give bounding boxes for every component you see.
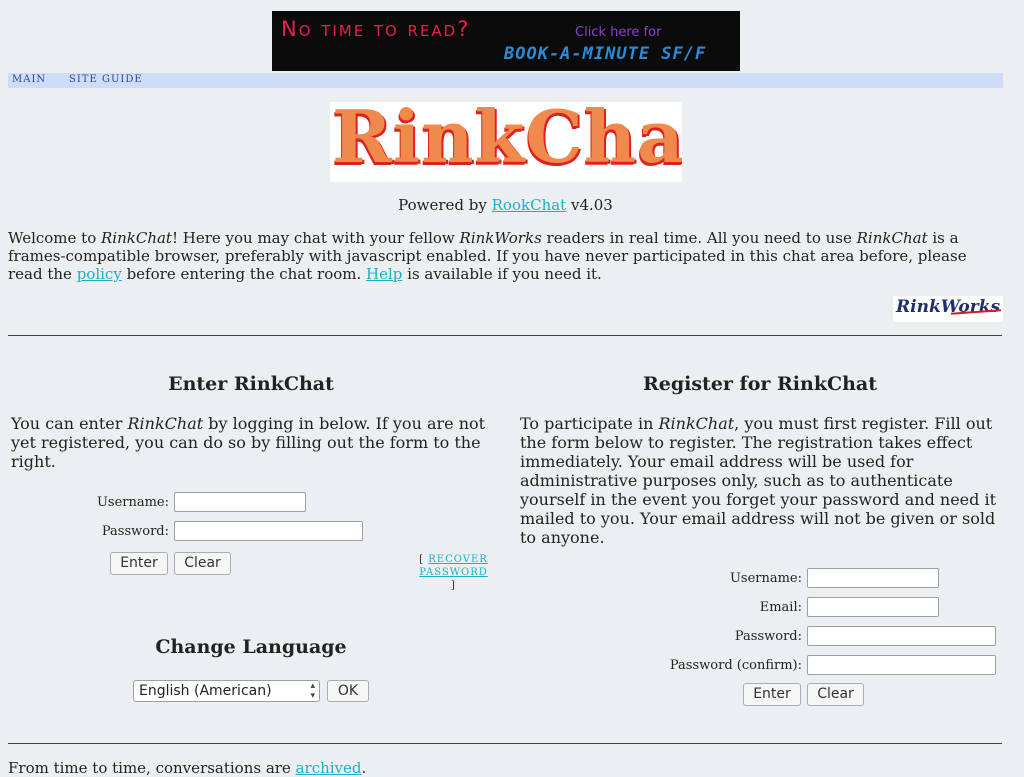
welcome-part: Welcome to xyxy=(8,229,101,247)
language-ok-button[interactable]: OK xyxy=(327,680,369,702)
welcome-text: Welcome to RinkChat! Here you may chat w… xyxy=(8,229,1004,283)
policy-link[interactable]: policy xyxy=(77,265,122,283)
language-section-title: Change Language xyxy=(10,636,492,658)
login-username-input[interactable] xyxy=(174,492,306,512)
register-desc-emph: RinkChat xyxy=(658,414,735,433)
powered-version: v4.03 xyxy=(566,196,613,214)
enter-title-text: Enter RinkChat xyxy=(168,373,334,395)
language-select[interactable]: English (American) ▴ ▾ xyxy=(133,680,320,702)
enter-description: You can enter RinkChat by logging in bel… xyxy=(11,414,491,471)
divider-top xyxy=(8,335,1002,336)
rinkchat-logo: RinkChat xyxy=(330,102,682,182)
banner-cta: Click here for xyxy=(575,25,662,40)
login-clear-button[interactable]: Clear xyxy=(174,552,231,575)
select-updown-icon: ▴ ▾ xyxy=(310,681,315,701)
welcome-emph: RinkChat xyxy=(856,229,928,247)
language-title-text: Change Language xyxy=(155,636,347,658)
login-username-label: Username: xyxy=(96,495,169,510)
book-a-minute-banner[interactable]: No time to read? Click here for BOOK-A-M… xyxy=(272,11,740,71)
register-title-text: Register for RinkChat xyxy=(642,373,878,395)
login-enter-button[interactable]: Enter xyxy=(110,552,168,575)
register-section-title: Register for RinkChat xyxy=(520,373,1000,395)
welcome-part: before entering the chat room. xyxy=(121,265,367,283)
divider-bottom xyxy=(8,743,1002,744)
recover-bracket-close: ] xyxy=(451,580,456,591)
enter-desc-emph: RinkChat xyxy=(127,414,204,433)
archived-link[interactable]: archived xyxy=(296,759,362,777)
rookchat-link[interactable]: RookChat xyxy=(492,196,567,214)
footer-text: From time to time, conversations are xyxy=(8,759,296,777)
help-link[interactable]: Help xyxy=(366,265,402,283)
nav-main-link[interactable]: MAIN xyxy=(12,74,46,85)
register-username-label: Username: xyxy=(729,571,802,586)
register-description: To participate in RinkChat, you must fir… xyxy=(520,414,998,547)
recover-password-link[interactable]: RECOVER PASSWORD xyxy=(419,554,488,578)
rinkworks-logo-text: RinkWorks xyxy=(896,297,1001,317)
register-confirm-label: Password (confirm): xyxy=(669,658,802,673)
banner-product: BOOK-A-MINUTE SF/F xyxy=(504,44,707,64)
login-password-input[interactable] xyxy=(174,521,363,541)
enter-desc-part: You can enter xyxy=(11,414,128,433)
login-password-label: Password: xyxy=(101,524,169,539)
register-clear-button[interactable]: Clear xyxy=(807,683,864,706)
register-username-input[interactable] xyxy=(807,568,939,588)
register-confirm-input[interactable] xyxy=(807,655,996,675)
recover-bracket-open: [ xyxy=(419,554,429,565)
rinkworks-logo[interactable]: RinkWorks xyxy=(893,296,1003,322)
welcome-part: ! Here you may chat with your fellow xyxy=(171,229,460,247)
enter-section-title: Enter RinkChat xyxy=(10,373,492,395)
welcome-part: readers in real time. All you need to us… xyxy=(541,229,857,247)
powered-by: Powered by RookChat v4.03 xyxy=(0,196,1011,214)
register-email-label: Email: xyxy=(759,600,802,615)
banner-headline: No time to read? xyxy=(281,17,471,41)
register-desc-part: To participate in xyxy=(520,414,659,433)
register-password-label: Password: xyxy=(734,629,802,644)
powered-prefix: Powered by xyxy=(398,196,492,214)
welcome-emph: RinkWorks xyxy=(459,229,542,247)
footer-tail: . xyxy=(361,759,367,777)
welcome-emph: RinkChat xyxy=(101,229,172,247)
site-nav: MAIN SITE GUIDE xyxy=(8,73,1003,88)
language-selected-value: English (American) xyxy=(139,683,272,699)
welcome-part: is available if you need it. xyxy=(402,265,602,283)
register-password-input[interactable] xyxy=(807,626,996,646)
register-email-input[interactable] xyxy=(807,597,939,617)
recover-password: [ RECOVER PASSWORD ] xyxy=(417,553,490,592)
footer-note: From time to time, conversations are arc… xyxy=(8,759,366,777)
register-desc-part: , you must first register. Fill out the … xyxy=(520,414,997,547)
register-enter-button[interactable]: Enter xyxy=(743,683,801,706)
rinkchat-logo-text: RinkChat xyxy=(332,102,682,179)
nav-site-guide-link[interactable]: SITE GUIDE xyxy=(69,74,143,85)
